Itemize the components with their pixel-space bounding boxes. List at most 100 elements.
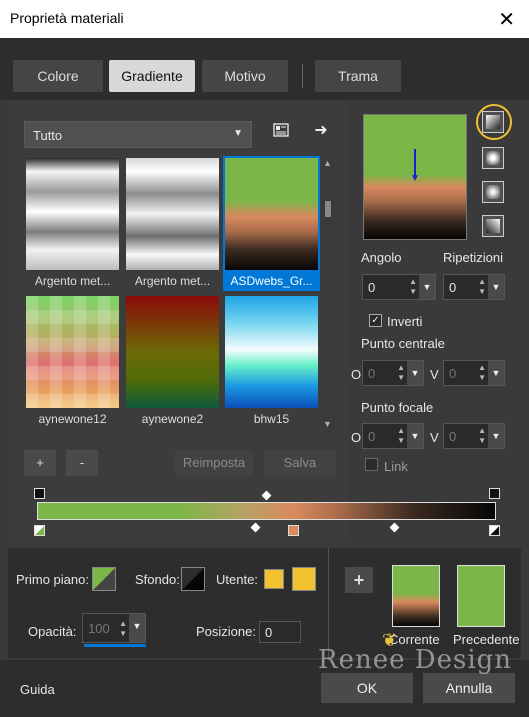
swatch-label: aynewone12 (38, 412, 107, 426)
invert-checkbox[interactable]: ✓ (369, 314, 382, 327)
remove-gradient-button[interactable]: - (66, 450, 98, 476)
swatch-scrollbar[interactable]: ▲ ▼ (321, 156, 335, 431)
add-gradient-button[interactable]: + (24, 450, 56, 476)
link-label: Link (384, 459, 408, 474)
tab-separator (302, 64, 303, 88)
category-value: Tutto (33, 128, 63, 143)
spin-arrows-icon[interactable]: ▲ ▼ (119, 619, 127, 639)
opacity-stop-left[interactable] (34, 488, 45, 499)
swatch-item[interactable]: aynewone12 (24, 294, 121, 429)
rectangular-style-icon[interactable] (482, 147, 504, 169)
tab-bar: Colore Gradiente Motivo Trama (0, 38, 529, 100)
background-label: Sfondo: (135, 572, 180, 587)
linear-style-icon[interactable] (482, 111, 504, 133)
save-button[interactable]: Salva (264, 450, 336, 476)
radial-style-icon[interactable] (482, 215, 504, 237)
current-material-preview (392, 565, 440, 627)
position-label: Posizione: (196, 624, 256, 639)
swatch-preview (126, 296, 219, 408)
swatch-label: Argento met... (134, 274, 211, 288)
focal-h-label: O (351, 430, 362, 445)
chevron-down-icon[interactable]: ▼ (488, 424, 504, 448)
category-dropdown[interactable]: Tutto ▼ (24, 121, 252, 148)
ok-button[interactable]: OK (321, 673, 413, 703)
link-checkbox[interactable] (365, 458, 378, 471)
chevron-down-icon[interactable]: ▼ (488, 275, 504, 299)
center-v-value: 0 (449, 366, 457, 381)
center-h-label: O (351, 367, 362, 382)
center-v-input[interactable]: 0 ▲ ▼ ▼ (443, 360, 505, 386)
swatch-label: bhw15 (253, 412, 290, 426)
scroll-thumb[interactable] (325, 201, 331, 217)
spin-arrows-icon[interactable]: ▲ ▼ (478, 277, 486, 297)
chevron-down-icon[interactable]: ▼ (488, 361, 504, 385)
swatch-item[interactable]: Argento met... (124, 156, 221, 291)
swatch-preview (225, 158, 318, 270)
tab-trama[interactable]: Trama (315, 60, 401, 92)
tab-gradiente[interactable]: Gradiente (109, 60, 195, 92)
center-v-label: V (430, 367, 439, 382)
arrow-right-icon[interactable]: ➜ (310, 120, 332, 142)
focal-h-value: 0 (368, 429, 376, 444)
foreground-label: Primo piano: (16, 572, 89, 587)
chevron-down-icon[interactable]: ▼ (419, 275, 435, 299)
focal-v-input[interactable]: 0 ▲ ▼ ▼ (443, 423, 505, 449)
help-link[interactable]: Guida (20, 682, 55, 697)
repeat-value: 0 (449, 280, 457, 295)
chevron-down-icon[interactable]: ▼ (129, 614, 145, 642)
sunburst-style-icon[interactable] (482, 181, 504, 203)
add-to-swatches-button[interactable]: + (345, 567, 373, 593)
center-h-input[interactable]: 0 ▲ ▼ ▼ (362, 360, 424, 386)
chevron-down-icon[interactable]: ▼ (407, 424, 423, 448)
opacity-stop-right[interactable] (489, 488, 500, 499)
swatch-item[interactable]: aynewone2 (124, 294, 221, 429)
opacity-value: 100 (88, 621, 110, 636)
repeat-input[interactable]: 0 ▲ ▼ ▼ (443, 274, 505, 300)
tab-colore[interactable]: Colore (13, 60, 103, 92)
focal-h-input[interactable]: 0 ▲ ▼ ▼ (362, 423, 424, 449)
opacity-input[interactable]: 100 ▲ ▼ ▼ (82, 613, 146, 643)
gradient-preview[interactable]: ▼ (363, 114, 467, 240)
angle-input[interactable]: 0 ▲ ▼ ▼ (362, 274, 436, 300)
scroll-up-icon[interactable]: ▲ (323, 158, 332, 168)
position-input[interactable]: 0 (259, 621, 301, 643)
library-view-icon[interactable] (270, 122, 292, 144)
foreground-swatch[interactable] (92, 567, 116, 591)
center-h-value: 0 (368, 366, 376, 381)
reset-button[interactable]: Reimposta (175, 450, 253, 476)
previous-material-preview[interactable] (457, 565, 505, 627)
focal-v-value: 0 (449, 429, 457, 444)
swatch-item[interactable]: Argento met... (24, 156, 121, 291)
focal-v-label: V (430, 430, 439, 445)
swatch-preview (26, 296, 119, 408)
scroll-down-icon[interactable]: ▼ (323, 419, 332, 429)
angle-label: Angolo (361, 250, 402, 265)
spin-arrows-icon[interactable]: ▲ ▼ (409, 277, 417, 297)
tab-motivo[interactable]: Motivo (202, 60, 288, 92)
spin-arrows-icon[interactable]: ▲ ▼ (397, 363, 405, 383)
cancel-button[interactable]: Annulla (423, 673, 515, 703)
chevron-down-icon[interactable]: ▼ (407, 361, 423, 385)
swatch-label: aynewone2 (141, 412, 204, 426)
swatch-label: ASDwebs_Gr... (230, 274, 313, 288)
close-icon[interactable]: ✕ (498, 7, 515, 32)
color-stop-green[interactable] (34, 525, 45, 536)
color-stop-salmon[interactable] (288, 525, 299, 536)
swatch-item[interactable]: bhw15 (223, 294, 320, 429)
window-title: Proprietà materiali (10, 10, 124, 26)
panel-divider (328, 548, 329, 658)
swatch-preview (26, 158, 119, 270)
spin-arrows-icon[interactable]: ▲ ▼ (478, 426, 486, 446)
background-swatch[interactable] (181, 567, 205, 591)
user-color-swatch[interactable] (264, 569, 284, 589)
angle-value: 0 (368, 280, 376, 295)
opacity-slider[interactable] (84, 644, 146, 647)
swatch-item-selected[interactable]: ASDwebs_Gr... (223, 156, 320, 291)
color-stop-black[interactable] (489, 525, 500, 536)
color-midpoint[interactable] (389, 522, 400, 533)
chevron-down-icon: ▼ (233, 128, 243, 139)
spin-arrows-icon[interactable]: ▲ ▼ (478, 363, 486, 383)
user-color-swatch-large[interactable] (292, 567, 316, 591)
gradient-editor-bar[interactable] (37, 502, 496, 520)
spin-arrows-icon[interactable]: ▲ ▼ (397, 426, 405, 446)
